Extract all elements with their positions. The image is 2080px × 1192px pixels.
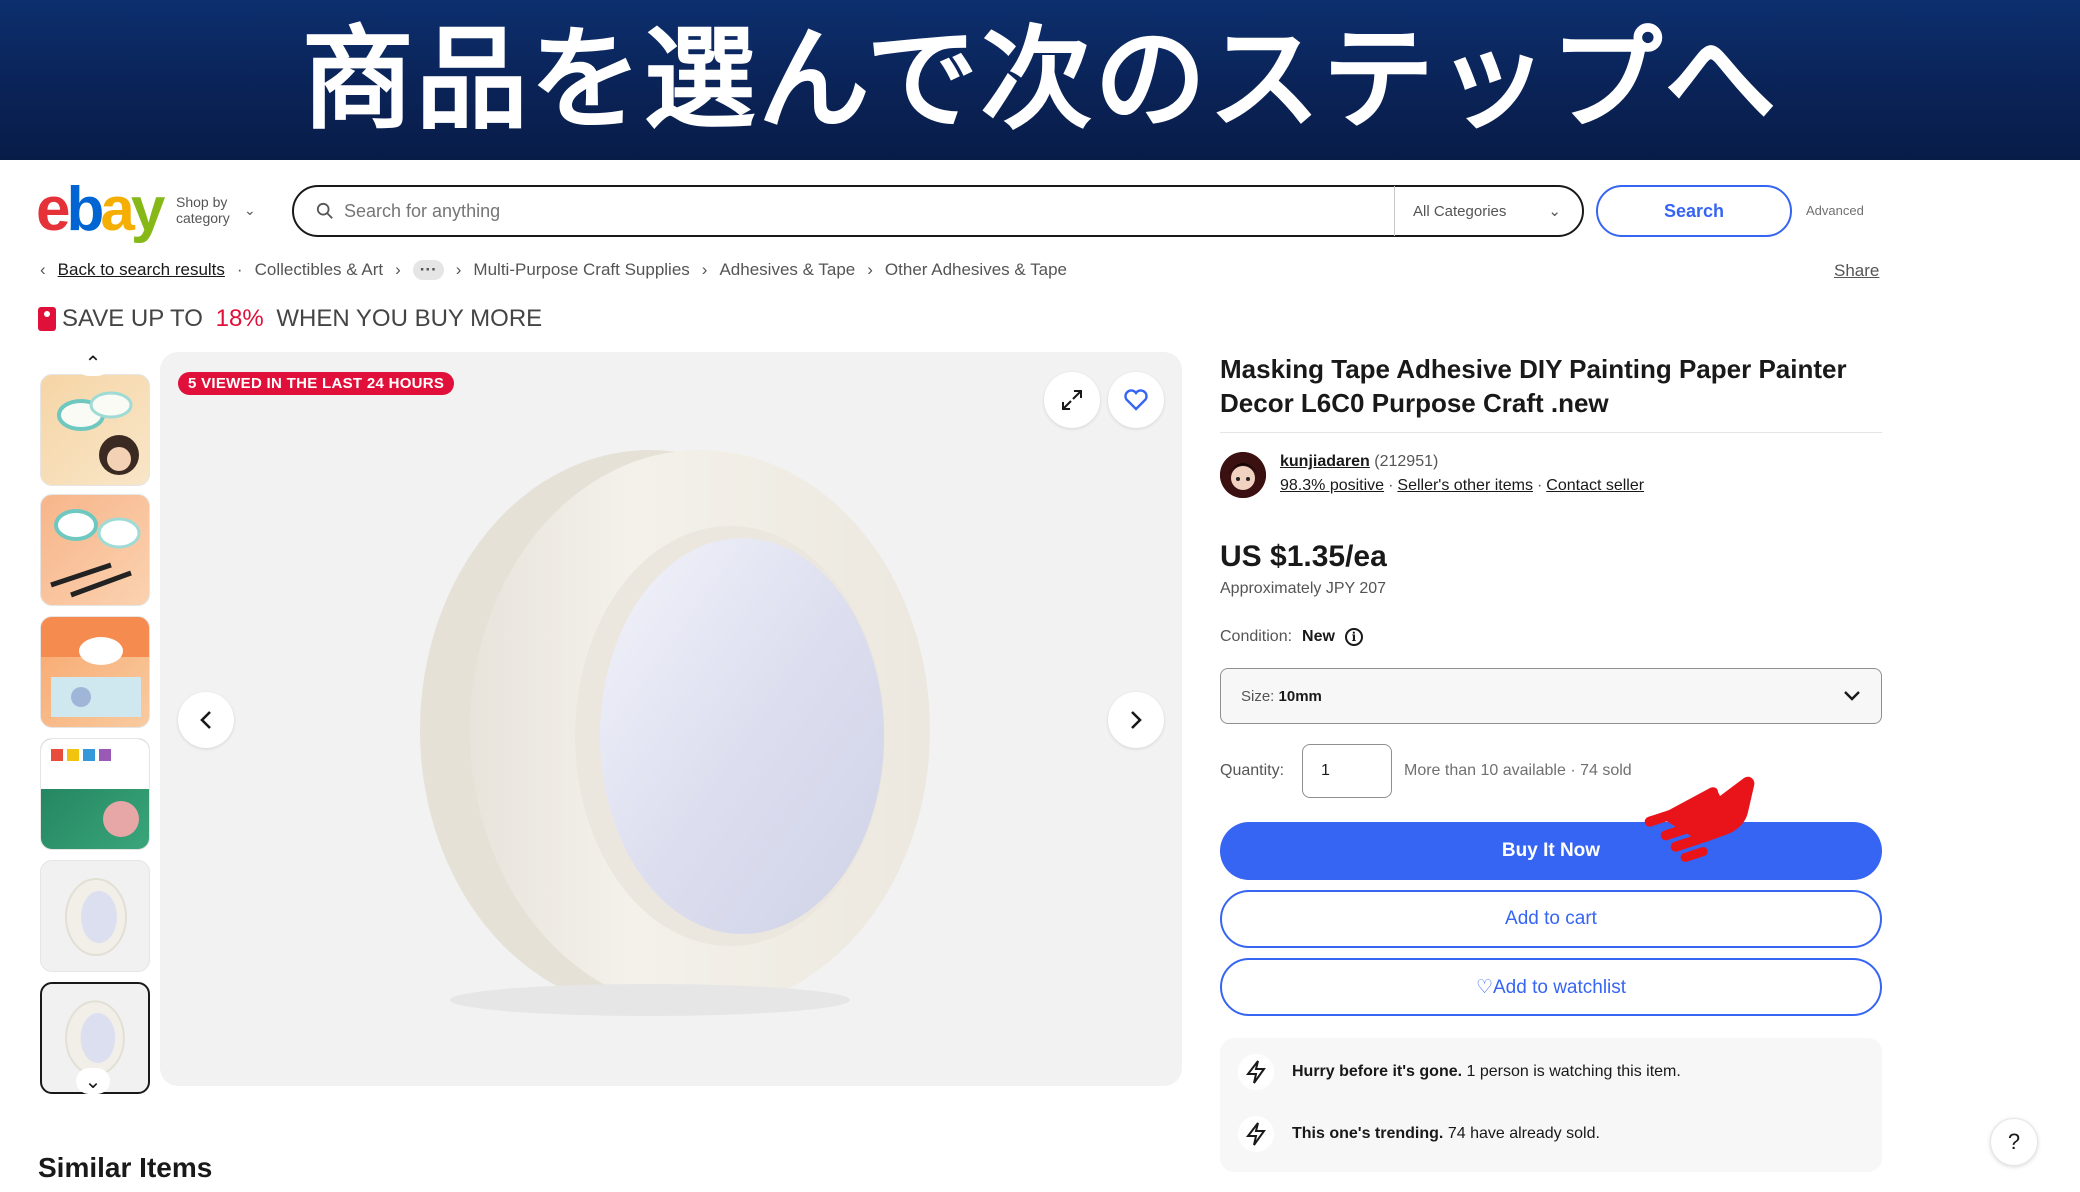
- similar-items-heading: Similar Items: [38, 1152, 213, 1183]
- thumbnail-scroll-down-button[interactable]: ⌄: [76, 1068, 110, 1094]
- quantity-label: Quantity:: [1220, 762, 1285, 779]
- seller-positive-link[interactable]: 98.3% positive: [1280, 477, 1384, 495]
- banner-title: 商品を選んで次のステップへ: [301, 15, 1779, 145]
- breadcrumb-separator: ·: [236, 260, 243, 279]
- breadcrumb-item[interactable]: Collectibles & Art: [255, 260, 384, 280]
- thumbnail-scroll-up-button[interactable]: ⌃: [76, 350, 110, 376]
- search-input[interactable]: [344, 200, 1394, 222]
- info-icon[interactable]: i: [1344, 628, 1363, 646]
- buy-it-now-button[interactable]: Buy It Now: [1220, 822, 1882, 880]
- thumbnail[interactable]: [40, 494, 150, 606]
- search-bar: All Categories ⌄: [292, 185, 1584, 237]
- seller-links: 98.3% positive · Seller's other items · …: [1280, 477, 1644, 495]
- lightning-icon: [1238, 1054, 1274, 1090]
- breadcrumb-item[interactable]: Multi-Purpose Craft Supplies: [473, 260, 689, 280]
- chevron-left-icon[interactable]: ‹: [40, 260, 46, 280]
- thumbnail[interactable]: [40, 738, 150, 850]
- contact-seller-link[interactable]: Contact seller: [1546, 477, 1644, 495]
- expand-icon[interactable]: [1044, 372, 1100, 428]
- share-link[interactable]: Share: [1834, 261, 1879, 281]
- promo-suffix: WHEN YOU BUY MORE: [269, 305, 543, 332]
- masking-tape-image: [420, 450, 930, 1016]
- add-to-cart-button[interactable]: Add to cart: [1220, 890, 1882, 948]
- thumbnail[interactable]: [40, 860, 150, 972]
- quantity-input[interactable]: [1302, 744, 1392, 798]
- lightning-icon: [1238, 1116, 1274, 1152]
- heart-icon[interactable]: [1108, 372, 1164, 428]
- chevron-down-icon: ⌄: [1548, 203, 1561, 220]
- size-select-text: Size: 10mm: [1241, 687, 1322, 705]
- condition: Condition: New i: [1220, 628, 1363, 646]
- ebay-logo[interactable]: ebay: [36, 179, 165, 241]
- search-button[interactable]: Search: [1596, 185, 1792, 237]
- breadcrumb-chevron-icon: ›: [701, 260, 708, 279]
- previous-image-button[interactable]: [178, 692, 234, 748]
- separator-dot: ·: [1388, 477, 1394, 494]
- seller-avatar[interactable]: [1220, 452, 1266, 498]
- urgency-panel: Hurry before it's gone. 1 person is watc…: [1220, 1038, 1882, 1172]
- next-image-button[interactable]: [1108, 692, 1164, 748]
- seller-name-link[interactable]: kunjiadaren: [1280, 453, 1370, 470]
- back-to-search-results-link[interactable]: Back to search results: [58, 260, 225, 280]
- promo-prefix: SAVE UP TO: [62, 305, 210, 332]
- price-tag-icon: [38, 307, 56, 331]
- separator-dot: ·: [1536, 477, 1543, 494]
- thumbnail[interactable]: [40, 616, 150, 728]
- divider: [1220, 432, 1882, 433]
- breadcrumb: ‹ Back to search results · Collectibles …: [40, 260, 1067, 280]
- thumbnail[interactable]: [40, 374, 150, 486]
- viewed-badge: 5 VIEWED IN THE LAST 24 HOURS: [178, 372, 455, 395]
- condition-value: New: [1302, 628, 1335, 645]
- pointing-hand-icon: [1644, 776, 1755, 862]
- seller-info: kunjiadaren (212951): [1280, 453, 1438, 471]
- heart-icon: ♡: [1475, 976, 1493, 998]
- shop-by-category[interactable]: Shop by category ⌄: [176, 194, 256, 226]
- breadcrumb-more-button[interactable]: ···: [412, 260, 444, 280]
- chevron-down-icon: [1844, 691, 1860, 701]
- breadcrumb-chevron-icon: ›: [455, 260, 462, 279]
- search-icon: [316, 202, 333, 219]
- breadcrumb-item[interactable]: Other Adhesives & Tape: [885, 260, 1067, 280]
- breadcrumb-chevron-icon: ›: [867, 260, 873, 279]
- thumbnail-strip: ⌃ ⌄: [38, 350, 152, 1094]
- seller-feedback-count: (212951): [1374, 453, 1439, 470]
- save-promo: SAVE UP TO 18% WHEN YOU BUY MORE: [38, 305, 542, 333]
- promo-percent: 18%: [215, 305, 264, 332]
- help-button[interactable]: ?: [1990, 1118, 2038, 1166]
- size-select[interactable]: Size: 10mm: [1220, 668, 1882, 724]
- main-product-image[interactable]: 5 VIEWED IN THE LAST 24 HOURS: [160, 352, 1182, 1086]
- urgency-row: Hurry before it's gone. 1 person is watc…: [1238, 1054, 1681, 1090]
- tutorial-banner: 商品を選んで次のステップへ: [0, 0, 2080, 160]
- seller-other-items-link[interactable]: Seller's other items: [1397, 477, 1533, 495]
- category-select[interactable]: All Categories ⌄: [1395, 202, 1579, 221]
- availability-text: More than 10 available · 74 sold: [1404, 762, 1632, 779]
- chevron-down-icon: ⌄: [244, 202, 256, 218]
- category-select-value: All Categories: [1413, 202, 1507, 220]
- advanced-search-link[interactable]: Advanced: [1806, 203, 1864, 218]
- price: US $1.35/ea: [1220, 540, 1387, 573]
- approx-price: Approximately JPY 207: [1220, 580, 1387, 597]
- product-title: Masking Tape Adhesive DIY Painting Paper…: [1220, 354, 1847, 418]
- urgency-row: This one's trending. 74 have already sol…: [1238, 1116, 1600, 1152]
- shop-by-category-label: Shop by category: [176, 194, 230, 226]
- breadcrumb-item[interactable]: Adhesives & Tape: [719, 260, 855, 280]
- condition-label: Condition:: [1220, 628, 1293, 645]
- breadcrumb-chevron-icon: ›: [395, 260, 401, 279]
- add-to-watchlist-button[interactable]: ♡Add to watchlist: [1220, 958, 1882, 1016]
